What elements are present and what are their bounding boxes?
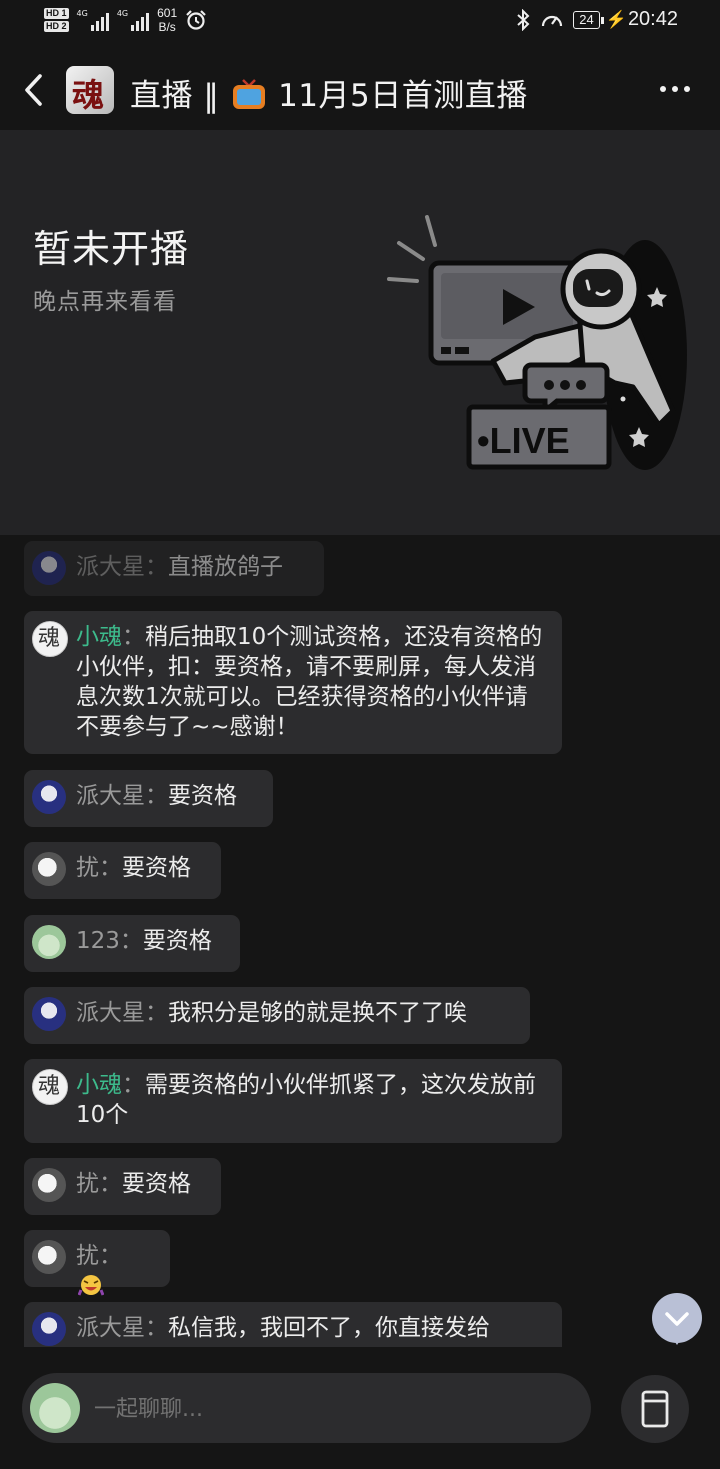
tv-emoji-icon [232, 79, 265, 109]
message-text: 要资格 [142, 928, 212, 954]
user-avatar[interactable] [32, 1240, 66, 1274]
chat-message: 派大星：要资格 [24, 770, 273, 827]
message-author[interactable]: 扰 [76, 1171, 99, 1197]
title-suffix: 11月5日首测直播 [278, 78, 528, 114]
laughing-sticker-icon [77, 1275, 105, 1296]
message-separator: ： [99, 1171, 122, 1197]
user-avatar[interactable] [32, 925, 66, 959]
signal-1-icon: 4G [77, 9, 109, 31]
user-avatar[interactable] [32, 551, 66, 585]
speed-unit: B/s [158, 20, 176, 34]
chat-input[interactable] [92, 1389, 566, 1429]
charging-icon: ⚡ [605, 9, 627, 29]
message-separator: ： [99, 1243, 122, 1269]
message-author[interactable]: 123 [76, 928, 120, 954]
network-2-label: 4G [116, 9, 129, 18]
chat-input-bar [0, 1347, 720, 1469]
message-author[interactable]: 扰 [76, 855, 99, 881]
back-arrow-icon[interactable] [18, 68, 54, 112]
network-1-label: 4G [76, 9, 88, 18]
message-separator: ： [119, 928, 143, 954]
hd1-label: HD 1 [44, 8, 69, 19]
message-author[interactable]: 派大星 [76, 554, 145, 580]
user-avatar[interactable] [32, 997, 66, 1031]
user-avatar[interactable] [32, 852, 66, 886]
speedometer-icon [542, 15, 563, 26]
not-live-title: 暂未开播 [33, 227, 190, 271]
user-avatar[interactable] [32, 1168, 66, 1202]
chat-message: 123：要资格 [24, 915, 240, 972]
message-separator: ： [122, 624, 145, 650]
message-separator: ： [145, 554, 168, 580]
message-author[interactable]: 派大星 [76, 783, 145, 809]
document-button[interactable] [621, 1375, 689, 1443]
message-author[interactable]: 小魂 [76, 1072, 122, 1098]
message-text: 直播放鸽子 [168, 554, 283, 580]
channel-avatar-glyph: 魂 [72, 76, 105, 114]
chat-message-list[interactable]: 派大星：直播放鸽子 魂 小魂：稍后抽取10个测试资格，还没有资格的小伙伴，扣：要… [0, 535, 720, 1347]
message-text: 要资格 [122, 1171, 191, 1197]
my-avatar[interactable] [30, 1383, 80, 1433]
admin-avatar[interactable]: 魂 [32, 621, 68, 657]
message-text: 要资格 [168, 783, 237, 809]
network-speed: 601 B/s [157, 6, 177, 34]
status-bar: HD 1 HD 2 4G 4G 601 B/s 24 ⚡ 20:42 [0, 0, 720, 46]
message-author[interactable]: 派大星 [76, 1315, 145, 1341]
message-author[interactable]: 小魂 [76, 624, 122, 650]
live-badge-text: •LIVE [477, 420, 570, 461]
message-separator: ： [99, 855, 122, 881]
chat-message: 魂 小魂：稍后抽取10个测试资格，还没有资格的小伙伴，扣：要资格，请不要刷屏，每… [24, 611, 562, 754]
not-live-subtitle: 晚点再来看看 [33, 289, 177, 315]
admin-avatar[interactable]: 魂 [32, 1069, 68, 1105]
message-separator: ： [145, 1000, 168, 1026]
alarm-icon [186, 10, 206, 30]
clock-time: 20:42 [627, 8, 678, 30]
bluetooth-icon [517, 8, 530, 31]
chat-message: 派大星：我积分是够的就是换不了了唉 [24, 987, 530, 1044]
chat-input-container[interactable] [22, 1373, 591, 1443]
chat-message: 派大星：直播放鸽子 [24, 541, 324, 596]
message-author[interactable]: 扰 [76, 1243, 99, 1269]
hd-indicator: HD 1 HD 2 [44, 8, 69, 32]
more-options-icon[interactable] [660, 86, 690, 92]
user-avatar[interactable] [32, 780, 66, 814]
message-text: 私信我，我回不了，你直接发给 [168, 1315, 490, 1341]
hd2-label: HD 2 [44, 21, 69, 32]
signal-2-icon: 4G [116, 9, 150, 31]
page-title: 直播 ‖ 11月5日首测直播 [130, 70, 528, 115]
message-text: 稍后抽取10个测试资格，还没有资格的小伙伴，扣：要资格，请不要刷屏，每人发消息次… [76, 624, 543, 740]
message-text: 要资格 [122, 855, 191, 881]
message-text: 需要资格的小伙伴抓紧了，这次发放前10个 [76, 1072, 536, 1128]
live-status-banner: 暂未开播 晚点再来看看 •LIVE [0, 130, 720, 535]
astronaut-live-illustration: •LIVE [387, 215, 687, 470]
channel-avatar[interactable]: 魂 [66, 66, 114, 114]
chat-message: 扰： [24, 1230, 170, 1296]
message-separator: ： [145, 783, 168, 809]
top-nav-bar: 魂 直播 ‖ 11月5日首测直播 [0, 46, 720, 130]
chat-message: 扰：要资格 [24, 842, 221, 899]
document-icon [641, 1390, 669, 1428]
message-separator: ： [122, 1072, 145, 1098]
chat-message: 魂 小魂：需要资格的小伙伴抓紧了，这次发放前10个 [24, 1059, 562, 1143]
chevron-down-icon [665, 1312, 689, 1326]
message-author[interactable]: 派大星 [76, 1000, 145, 1026]
battery-level: 24 [573, 10, 605, 29]
message-text: 我积分是够的就是换不了了唉 [168, 1000, 467, 1026]
chat-message: 扰：要资格 [24, 1158, 221, 1215]
title-prefix: 直播 ‖ [130, 78, 230, 114]
speed-value: 601 [157, 6, 178, 20]
scroll-to-latest-button[interactable] [652, 1293, 702, 1345]
chat-message: 派大星：私信我，我回不了，你直接发给 [24, 1302, 562, 1347]
user-avatar[interactable] [32, 1312, 66, 1346]
message-separator: ： [145, 1315, 168, 1341]
